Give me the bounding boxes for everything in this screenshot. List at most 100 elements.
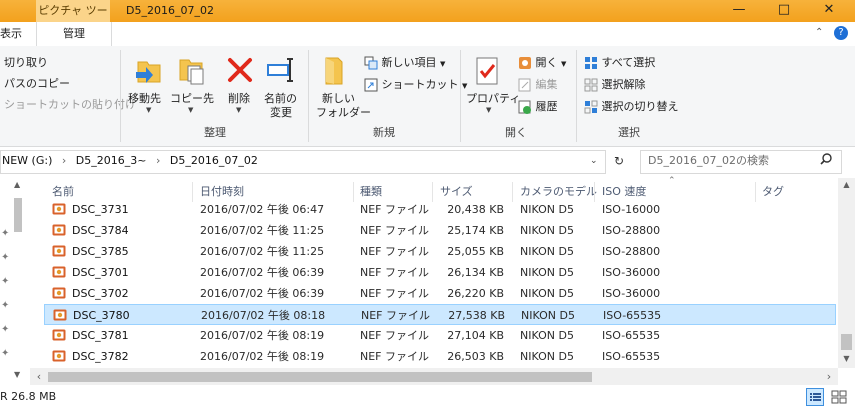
file-date: 2016/07/02 午後 06:47 — [200, 203, 325, 216]
open-label: 開く — [535, 56, 558, 69]
pin-icon[interactable]: ✦ — [1, 300, 9, 311]
scroll-down-icon[interactable]: ▼ — [838, 352, 855, 366]
invert-selection-label: 選択の切り替え — [601, 100, 679, 113]
select-group-label: 選択 — [618, 126, 640, 139]
invert-selection-icon — [584, 100, 598, 114]
select-none-label: 選択解除 — [601, 78, 646, 91]
nef-image-icon — [52, 350, 66, 362]
delete-button[interactable] — [226, 56, 254, 84]
minimize-button[interactable]: — — [720, 0, 758, 22]
file-name: DSC_3785 — [72, 245, 129, 258]
search-icon[interactable] — [820, 153, 832, 168]
pin-icon[interactable]: ✦ — [1, 276, 9, 287]
file-size: 26,220 KB — [447, 287, 504, 300]
file-name: DSC_3784 — [72, 224, 129, 237]
file-name: DSC_3782 — [72, 350, 129, 363]
paste-shortcut-button[interactable]: ショートカットの貼り付け — [4, 96, 136, 114]
pin-icon[interactable]: ✦ — [1, 228, 9, 239]
pin-icon[interactable]: ✦ — [1, 324, 9, 335]
pin-icon[interactable]: ✦ — [1, 348, 9, 359]
nav-scroll-down-icon[interactable]: ▼ — [14, 370, 20, 379]
nef-image-icon — [52, 287, 66, 299]
move-to-button[interactable] — [134, 54, 164, 86]
copy-path-button[interactable]: パスのコピー — [4, 75, 70, 93]
breadcrumb-drive[interactable]: NEW (G:) — [2, 154, 52, 167]
address-history-dropdown[interactable]: ⌄ — [590, 150, 598, 172]
close-button[interactable]: ✕ — [810, 0, 848, 22]
properties-icon — [476, 57, 498, 85]
nef-image-icon — [52, 266, 66, 278]
paste-shortcut-label: ショートカットの貼り付け — [4, 98, 136, 111]
details-view-icon — [810, 393, 821, 401]
horizontal-scrollbar-thumb[interactable] — [48, 372, 592, 382]
file-type: NEF ファイル — [360, 287, 430, 300]
breadcrumb-parent[interactable]: D5_2016_3~ — [76, 154, 147, 167]
file-date: 2016/07/02 午後 08:19 — [200, 350, 325, 363]
tab-view[interactable]: 表示 — [0, 22, 22, 46]
copy-to-button[interactable] — [176, 54, 206, 86]
file-size: 20,438 KB — [447, 203, 504, 216]
file-date: 2016/07/02 午後 06:39 — [200, 266, 325, 279]
cut-button[interactable]: 切り取り — [4, 54, 48, 72]
select-none-button[interactable]: 選択解除 — [584, 76, 646, 94]
scroll-up-icon[interactable]: ▲ — [838, 178, 855, 192]
file-date: 2016/07/02 午後 11:25 — [200, 224, 325, 237]
refresh-button[interactable]: ↻ — [608, 150, 630, 172]
file-row[interactable]: DSC_3781 2016/07/02 午後 08:19 NEF ファイル 27,10… — [44, 325, 836, 346]
details-view-button[interactable] — [806, 388, 824, 406]
file-size: 27,104 KB — [447, 329, 504, 342]
file-date: 2016/07/02 午後 08:18 — [201, 309, 326, 322]
ribbon-separator — [460, 50, 461, 142]
select-all-button[interactable]: すべて選択 — [584, 54, 655, 72]
new-folder-button[interactable] — [322, 56, 348, 86]
ribbon-separator — [308, 50, 309, 142]
file-row[interactable]: DSC_3731 2016/07/02 午後 06:47 NEF ファイル 20,43… — [44, 199, 836, 220]
copy-to-icon — [179, 59, 204, 85]
file-size: 25,055 KB — [447, 245, 504, 258]
file-model: NIKON D5 — [520, 350, 574, 363]
ribbon-separator — [120, 50, 121, 142]
picture-tools-context-tab: ピクチャ ツール — [36, 0, 110, 39]
rename-button[interactable] — [266, 56, 298, 84]
tab-manage[interactable]: 管理 — [36, 22, 112, 46]
help-button[interactable]: ? — [834, 26, 848, 40]
open-dropdown-icon: ▼ — [561, 60, 567, 68]
file-name: DSC_3701 — [72, 266, 129, 279]
file-iso: ISO-28800 — [602, 224, 661, 237]
folder-icon — [325, 57, 343, 85]
file-row[interactable]: DSC_3701 2016/07/02 午後 06:39 NEF ファイル 26,13… — [44, 262, 836, 283]
nef-image-icon — [52, 203, 66, 215]
new-item-button[interactable]: 新しい項目 ▼ — [364, 54, 445, 72]
file-size: 26,134 KB — [447, 266, 504, 279]
edit-button[interactable]: 編集 — [518, 76, 558, 94]
shortcut-button[interactable]: ショートカット ▼ — [364, 76, 467, 94]
large-icons-view-button[interactable] — [830, 388, 848, 406]
large-icons-view-icon — [831, 390, 847, 404]
open-button[interactable]: 開く ▼ — [518, 54, 566, 72]
scroll-left-icon[interactable]: ‹ — [32, 368, 46, 385]
move-to-dropdown-icon: ▼ — [146, 106, 152, 114]
scroll-right-icon[interactable]: › — [822, 368, 836, 385]
pin-icon[interactable]: ✦ — [1, 252, 9, 263]
chevron-up-icon: ⌃ — [815, 27, 824, 38]
file-row[interactable]: DSC_3785 2016/07/02 午後 11:25 NEF ファイル 25,05… — [44, 241, 836, 262]
file-row[interactable]: DSC_3780 2016/07/02 午後 08:18 NEF ファイル 27,53… — [44, 304, 836, 325]
maximize-button[interactable]: □ — [765, 0, 803, 22]
file-row[interactable]: DSC_3782 2016/07/02 午後 08:19 NEF ファイル 26,50… — [44, 346, 836, 367]
cut-label: 切り取り — [4, 56, 48, 69]
history-button[interactable]: 履歴 — [518, 98, 558, 116]
nav-scroll-up-icon[interactable]: ▲ — [14, 180, 20, 189]
ribbon-collapse-button[interactable]: ⌃ — [815, 27, 823, 38]
file-row[interactable]: DSC_3784 2016/07/02 午後 11:25 NEF ファイル 25,17… — [44, 220, 836, 241]
vertical-scrollbar-thumb[interactable] — [841, 334, 852, 350]
nav-scrollbar-thumb[interactable] — [14, 198, 22, 232]
breadcrumb-current[interactable]: D5_2016_07_02 — [170, 154, 258, 167]
ribbon-tab-strip — [0, 22, 855, 47]
search-placeholder: D5_2016_07_02の検索 — [648, 154, 769, 167]
breadcrumb: NEW (G:) › D5_2016_3~ › D5_2016_07_02 — [2, 150, 258, 172]
invert-selection-button[interactable]: 選択の切り替え — [584, 98, 679, 116]
move-to-label: 移動先 — [128, 92, 161, 105]
properties-button[interactable] — [474, 56, 500, 86]
file-row[interactable]: DSC_3702 2016/07/02 午後 06:39 NEF ファイル 26,22… — [44, 283, 836, 304]
maximize-icon: □ — [777, 2, 791, 17]
